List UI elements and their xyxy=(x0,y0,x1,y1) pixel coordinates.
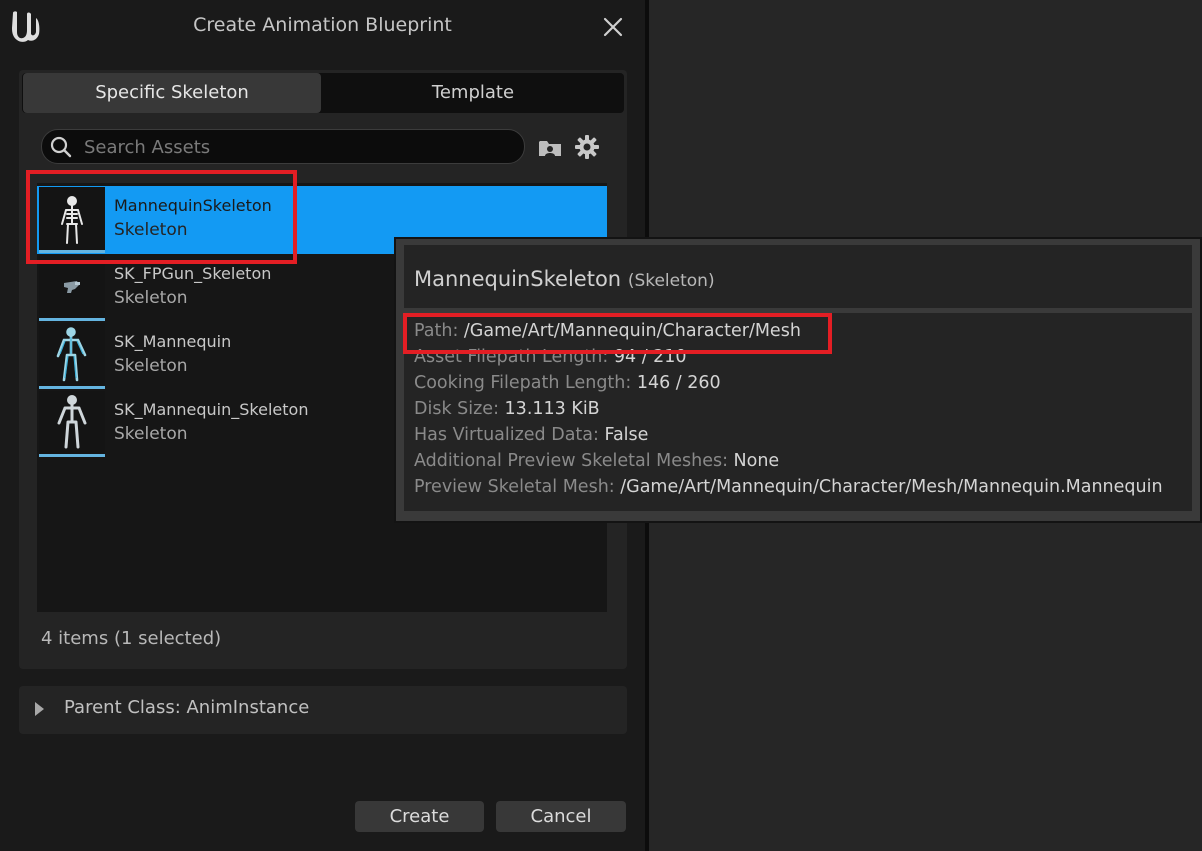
parent-class-row[interactable]: Parent Class: AnimInstance xyxy=(19,686,627,734)
asset-type: Skeleton xyxy=(114,288,188,308)
parent-class-label: Parent Class: AnimInstance xyxy=(64,697,310,718)
tooltip-row-has-virtualized-data: Has Virtualized Data: False xyxy=(414,425,648,445)
item-count: 4 items (1 selected) xyxy=(41,628,222,649)
search-box[interactable] xyxy=(41,129,525,165)
tab-specific-skeleton[interactable]: Specific Skeleton xyxy=(23,73,321,113)
create-button[interactable]: Create xyxy=(355,801,484,832)
tab-bar: Specific Skeleton Template xyxy=(22,73,624,113)
asset-type: Skeleton xyxy=(114,424,188,444)
tooltip-value: /Game/Art/Mannequin/Character/Mesh/Manne… xyxy=(620,477,1163,497)
tooltip-key: Path: xyxy=(414,321,464,341)
expand-arrow-icon[interactable] xyxy=(35,702,44,716)
asset-name: SK_FPGun_Skeleton xyxy=(114,264,272,283)
tooltip-value: /Game/Art/Mannequin/Character/Mesh xyxy=(463,321,801,341)
asset-thumbnail xyxy=(39,255,105,321)
tooltip-value: 94 / 210 xyxy=(613,347,687,367)
tooltip-value: 146 / 260 xyxy=(636,373,721,393)
tooltip-key: Preview Skeletal Mesh: xyxy=(414,477,621,497)
tooltip-key: Asset Filepath Length: xyxy=(414,347,614,367)
cancel-button[interactable]: Cancel xyxy=(496,801,626,832)
dialog-title: Create Animation Blueprint xyxy=(193,14,452,36)
tooltip-asset-name: MannequinSkeleton xyxy=(414,267,622,291)
asset-thumbnail xyxy=(39,187,105,253)
tooltip-row-asset-filepath-length: Asset Filepath Length: 94 / 210 xyxy=(414,347,687,367)
asset-thumbnail xyxy=(39,391,105,457)
asset-name: SK_Mannequin_Skeleton xyxy=(114,400,309,419)
tab-template[interactable]: Template xyxy=(323,73,623,113)
tooltip-header: MannequinSkeleton (Skeleton) xyxy=(404,245,1192,308)
asset-type: Skeleton xyxy=(114,356,188,376)
mannequin-skeleton-thumbnail-icon xyxy=(39,391,105,454)
tooltip-key: Disk Size: xyxy=(414,399,505,419)
asset-name: SK_Mannequin xyxy=(114,332,232,351)
asset-thumbnail xyxy=(39,323,105,389)
gear-icon[interactable] xyxy=(574,134,600,160)
gun-thumbnail-icon xyxy=(39,255,105,318)
tooltip-body: Path: /Game/Art/Mannequin/Character/Mesh… xyxy=(404,313,1192,511)
folder-filter-icon[interactable] xyxy=(537,135,563,161)
tooltip-row-cooking-filepath-length: Cooking Filepath Length: 146 / 260 xyxy=(414,373,721,393)
asset-tooltip: MannequinSkeleton (Skeleton) Path: /Game… xyxy=(394,237,1202,523)
close-icon[interactable] xyxy=(600,14,626,40)
mannequin-thumbnail-icon xyxy=(39,323,105,386)
skeleton-thumbnail-icon xyxy=(39,187,105,250)
tooltip-key: Additional Preview Skeletal Meshes: xyxy=(414,451,734,471)
title-bar: Create Animation Blueprint xyxy=(0,0,645,52)
search-input[interactable] xyxy=(82,130,506,165)
tooltip-value: None xyxy=(733,451,780,471)
tooltip-row-disk-size: Disk Size: 13.113 KiB xyxy=(414,399,600,419)
tooltip-key: Has Virtualized Data: xyxy=(414,425,605,445)
search-icon xyxy=(50,136,72,158)
tooltip-title: MannequinSkeleton (Skeleton) xyxy=(414,267,715,291)
tooltip-row-path: Path: /Game/Art/Mannequin/Character/Mesh xyxy=(414,321,801,341)
tooltip-row-preview-skeletal-mesh: Preview Skeletal Mesh: /Game/Art/Mannequ… xyxy=(414,477,1163,497)
asset-name: MannequinSkeleton xyxy=(114,196,272,215)
tooltip-value: 13.113 KiB xyxy=(504,399,600,419)
tooltip-asset-type: (Skeleton) xyxy=(627,271,715,291)
asset-type: Skeleton xyxy=(114,220,188,240)
tooltip-row-additional-preview-meshes: Additional Preview Skeletal Meshes: None xyxy=(414,451,779,471)
tooltip-key: Cooking Filepath Length: xyxy=(414,373,637,393)
tooltip-value: False xyxy=(604,425,649,445)
